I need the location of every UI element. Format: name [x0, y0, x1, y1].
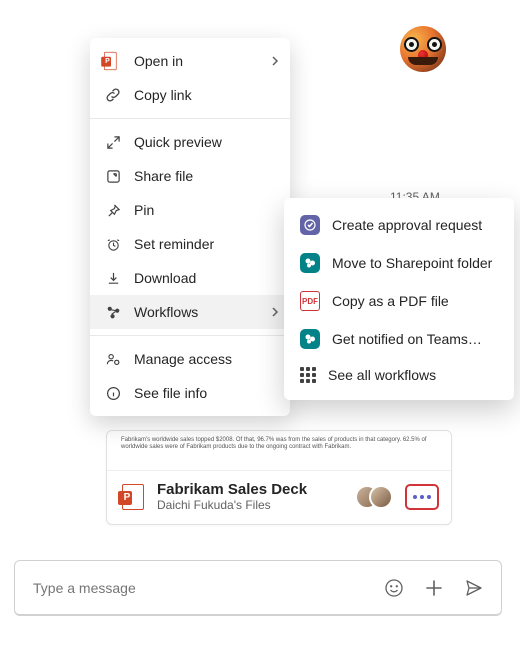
menu-manage-access[interactable]: Manage access: [90, 342, 290, 376]
powerpoint-icon: [119, 483, 147, 511]
pdf-icon: PDF: [300, 291, 320, 311]
expand-icon: [104, 133, 122, 151]
powerpoint-icon: [104, 52, 122, 70]
submenu-notified-teams[interactable]: Get notified on Teams…: [284, 320, 514, 358]
add-attachment-icon[interactable]: [423, 577, 445, 599]
submenu-see-all-workflows[interactable]: See all workflows: [284, 358, 514, 392]
menu-label: Open in: [134, 53, 183, 69]
workflow-icon: [104, 303, 122, 321]
more-options-button[interactable]: [405, 484, 439, 510]
menu-set-reminder[interactable]: Set reminder: [90, 227, 290, 261]
menu-label: Workflows: [134, 304, 198, 320]
menu-label: Share file: [134, 168, 193, 184]
menu-workflows[interactable]: Workflows: [90, 295, 290, 329]
menu-copy-link[interactable]: Copy link: [90, 78, 290, 112]
submenu-move-sharepoint[interactable]: Move to Sharepoint folder: [284, 244, 514, 282]
submenu-create-approval[interactable]: Create approval request: [284, 206, 514, 244]
menu-label: Download: [134, 270, 196, 286]
menu-pin[interactable]: Pin: [90, 193, 290, 227]
recent-collaborators-avatars[interactable]: [355, 485, 395, 509]
menu-label: Quick preview: [134, 134, 222, 150]
sender-avatar[interactable]: [400, 26, 446, 72]
info-icon: [104, 384, 122, 402]
file-thumbnail-preview: Fabrikam's worldwide sales topped $2008.…: [107, 431, 451, 471]
submenu-copy-pdf[interactable]: PDF Copy as a PDF file: [284, 282, 514, 320]
file-title: Fabrikam Sales Deck: [157, 481, 345, 498]
approvals-app-icon: [300, 215, 320, 235]
file-location: Daichi Fukuda's Files: [157, 498, 345, 512]
message-input[interactable]: [31, 561, 365, 614]
submenu-label: Move to Sharepoint folder: [332, 255, 492, 271]
workflows-submenu: Create approval request Move to Sharepoi…: [284, 198, 514, 400]
send-icon[interactable]: [463, 577, 485, 599]
menu-label: Set reminder: [134, 236, 214, 252]
sharepoint-app-icon: [300, 329, 320, 349]
apps-grid-icon: [300, 367, 316, 383]
menu-quick-preview[interactable]: Quick preview: [90, 125, 290, 159]
link-icon: [104, 86, 122, 104]
submenu-label: Create approval request: [332, 217, 482, 233]
file-attachment-card[interactable]: Fabrikam's worldwide sales topped $2008.…: [106, 430, 452, 525]
menu-see-file-info[interactable]: See file info: [90, 376, 290, 410]
people-settings-icon: [104, 350, 122, 368]
menu-label: Manage access: [134, 351, 232, 367]
menu-share-file[interactable]: Share file: [90, 159, 290, 193]
emoji-icon[interactable]: [383, 577, 405, 599]
menu-download[interactable]: Download: [90, 261, 290, 295]
compose-box[interactable]: [14, 560, 502, 616]
menu-open-in[interactable]: Open in: [90, 44, 290, 78]
chevron-right-icon: [270, 306, 280, 318]
file-context-menu: Open in Copy link Quick preview Share fi…: [90, 38, 290, 416]
download-icon: [104, 269, 122, 287]
clock-icon: [104, 235, 122, 253]
share-icon: [104, 167, 122, 185]
menu-label: Copy link: [134, 87, 192, 103]
sharepoint-app-icon: [300, 253, 320, 273]
menu-label: Pin: [134, 202, 154, 218]
chevron-right-icon: [270, 55, 280, 67]
submenu-label: Get notified on Teams…: [332, 331, 482, 347]
submenu-label: Copy as a PDF file: [332, 293, 449, 309]
submenu-label: See all workflows: [328, 367, 436, 383]
pin-icon: [104, 201, 122, 219]
menu-label: See file info: [134, 385, 207, 401]
